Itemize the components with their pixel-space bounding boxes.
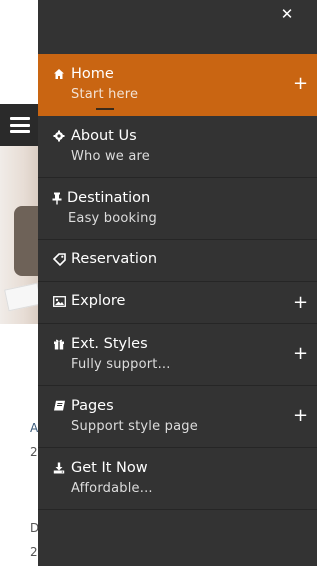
- bg-text: 2: [30, 445, 38, 459]
- menu-item-ext-styles[interactable]: Ext. Styles Fully support... +: [38, 324, 317, 386]
- expand-icon[interactable]: +: [293, 345, 308, 363]
- hero-photo: [0, 146, 40, 324]
- menu-item-sublabel: Who we are: [71, 149, 150, 164]
- bg-text: 2: [30, 545, 38, 559]
- sidebar-menu: ✕ Home Start here + About Us Who we are: [38, 0, 317, 566]
- menu-item-label: Destination: [67, 190, 151, 206]
- menu-item-sublabel: Support style page: [71, 419, 198, 434]
- active-underline: [96, 108, 114, 110]
- pin-icon: [52, 191, 62, 205]
- book-icon: [52, 399, 66, 413]
- home-icon: [52, 67, 66, 81]
- menu-item-label: Ext. Styles: [71, 336, 148, 352]
- gear-icon: [52, 129, 66, 143]
- tag-icon: [52, 252, 66, 266]
- download-icon: [52, 461, 66, 475]
- gift-icon: [52, 337, 66, 351]
- menu-item-get-it-now[interactable]: Get It Now Affordable...: [38, 448, 317, 510]
- close-icon: ✕: [280, 5, 294, 23]
- menu-item-label: Get It Now: [71, 460, 148, 476]
- menu-item-sublabel: Easy booking: [68, 211, 157, 226]
- menu-item-label: Explore: [71, 293, 126, 309]
- background-page: A 2 D 2: [0, 0, 40, 566]
- menu-item-label: Pages: [71, 398, 114, 414]
- bg-text: A: [30, 421, 39, 435]
- menu-item-about-us[interactable]: About Us Who we are: [38, 116, 317, 178]
- menu-item-label: About Us: [71, 128, 137, 144]
- menu-item-label: Home: [71, 66, 114, 82]
- menu-item-sublabel: Start here: [71, 87, 139, 102]
- expand-icon[interactable]: +: [293, 294, 308, 312]
- close-button[interactable]: ✕: [279, 5, 295, 23]
- menu-item-home[interactable]: Home Start here +: [38, 54, 317, 116]
- menu-item-sublabel: Fully support...: [71, 357, 171, 372]
- menu-item-destination[interactable]: Destination Easy booking: [38, 178, 317, 240]
- image-icon: [52, 294, 66, 308]
- hamburger-icon: [10, 117, 30, 133]
- menu-item-sublabel: Affordable...: [71, 481, 153, 496]
- menu-item-pages[interactable]: Pages Support style page +: [38, 386, 317, 448]
- menu-item-reservation[interactable]: Reservation: [38, 240, 317, 282]
- hamburger-menu-button[interactable]: [0, 104, 40, 146]
- expand-icon[interactable]: +: [293, 407, 308, 425]
- sidebar-header: ✕: [38, 0, 317, 54]
- expand-icon[interactable]: +: [293, 75, 308, 93]
- menu-item-explore[interactable]: Explore +: [38, 282, 317, 324]
- menu-item-label: Reservation: [71, 251, 158, 267]
